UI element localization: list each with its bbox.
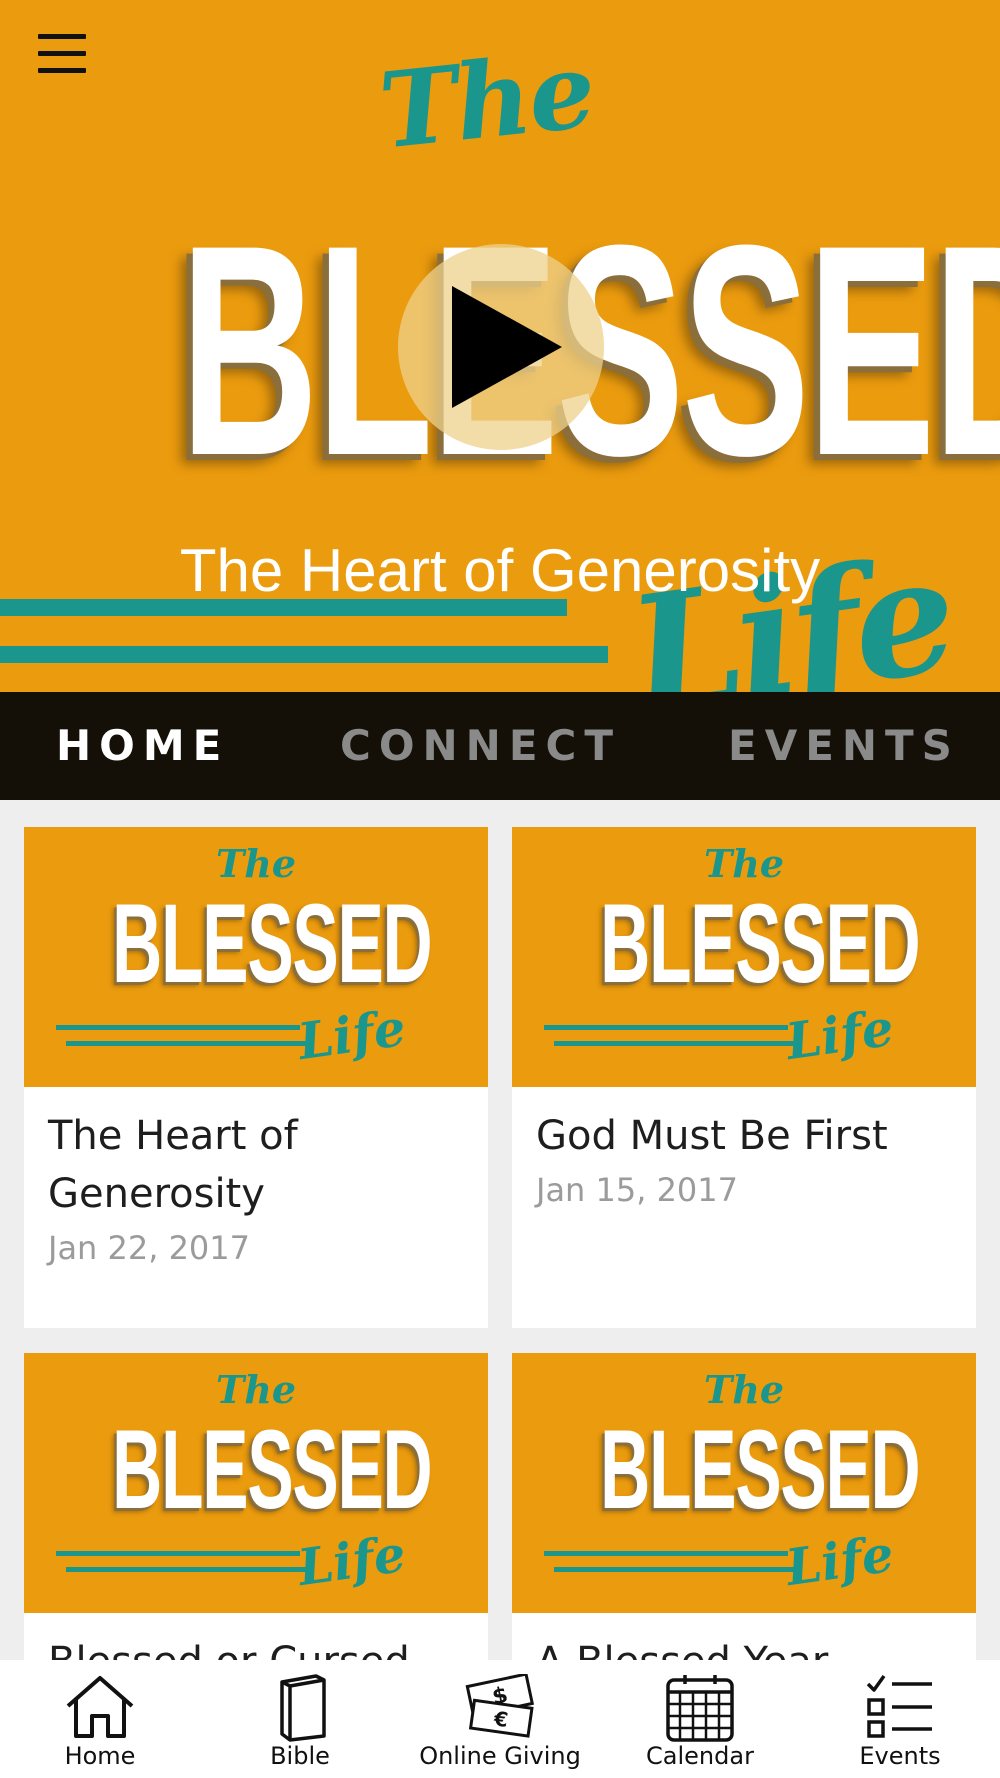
sermon-thumbnail: The BLESSED Life (24, 1353, 488, 1613)
sermon-card[interactable]: The BLESSED Life God Must Be First Jan 1… (512, 827, 976, 1328)
house-icon (66, 1676, 134, 1738)
nav-home[interactable]: Home (0, 1660, 200, 1778)
thumb-stripe (544, 1025, 788, 1030)
bottom-nav: Home Bible $ € Online Giving Calendar Ev… (0, 1660, 1000, 1778)
thumb-stripe (544, 1551, 788, 1556)
nav-label: Events (859, 1742, 941, 1770)
thumb-stripe (56, 1025, 300, 1030)
sermon-thumbnail: The BLESSED Life (512, 1353, 976, 1613)
sermon-grid: The BLESSED Life The Heart of Generosity… (0, 800, 1000, 1660)
thumb-logo-blessed: BLESSED (600, 1407, 921, 1532)
tab-connect[interactable]: CONNECT (340, 692, 621, 800)
book-icon (280, 1674, 326, 1742)
nav-calendar[interactable]: Calendar (600, 1660, 800, 1778)
tab-bar: HOME CONNECT EVENTS (0, 692, 1000, 800)
nav-label: Calendar (646, 1742, 754, 1770)
sermon-card[interactable]: The BLESSED Life Blessed or Cursed (24, 1353, 488, 1660)
thumb-stripe (554, 1041, 794, 1046)
checklist-icon (866, 1674, 932, 1738)
play-icon (452, 286, 562, 408)
thumb-stripe (66, 1041, 306, 1046)
sermon-thumbnail: The BLESSED Life (24, 827, 488, 1087)
thumb-stripe (56, 1551, 300, 1556)
sermon-date: Jan 15, 2017 (536, 1171, 738, 1209)
sermon-title: A Blessed Year (536, 1633, 952, 1660)
sermon-date: Jan 22, 2017 (48, 1229, 250, 1267)
hero-subtitle: The Heart of Generosity (179, 537, 821, 604)
hero-stripe (0, 646, 608, 663)
sermon-card[interactable]: The BLESSED Life The Heart of Generosity… (24, 827, 488, 1328)
nav-label: Home (64, 1742, 136, 1770)
nav-events[interactable]: Events (800, 1660, 1000, 1778)
play-button[interactable] (398, 244, 604, 450)
nav-label: Online Giving (419, 1742, 581, 1770)
sermon-title: Blessed or Cursed (48, 1633, 464, 1660)
nav-label: Bible (270, 1742, 330, 1770)
tab-home[interactable]: HOME (56, 692, 229, 800)
nav-online-giving[interactable]: $ € Online Giving (400, 1660, 600, 1778)
sermon-card[interactable]: The BLESSED Life A Blessed Year (512, 1353, 976, 1660)
thumb-logo-blessed: BLESSED (600, 881, 921, 1006)
thumb-stripe (554, 1567, 794, 1572)
thumb-logo-blessed: BLESSED (112, 881, 433, 1006)
tab-events[interactable]: EVENTS (728, 692, 960, 800)
hero-video[interactable]: The BLESSED Life The Heart of Generosity (0, 0, 1000, 692)
nav-bible[interactable]: Bible (200, 1660, 400, 1778)
sermon-title: The Heart of Generosity (48, 1113, 298, 1217)
sermon-thumbnail: The BLESSED Life (512, 827, 976, 1087)
app-screen: The BLESSED Life The Heart of Generosity… (0, 0, 1000, 1778)
calendar-icon (666, 1675, 734, 1742)
thumb-logo-blessed: BLESSED (112, 1407, 433, 1532)
sermon-title: God Must Be First (536, 1113, 888, 1159)
money-icon: $ € (465, 1674, 535, 1738)
thumb-stripe (66, 1567, 306, 1572)
menu-icon[interactable] (36, 34, 90, 74)
